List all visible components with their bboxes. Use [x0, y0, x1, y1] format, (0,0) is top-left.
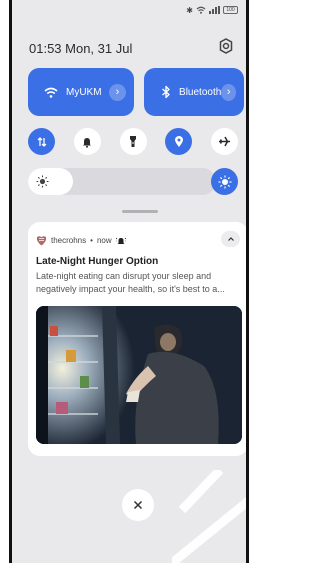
header-separator: • [90, 236, 93, 245]
close-icon [133, 500, 143, 510]
wifi-tile[interactable]: MyUKM › [28, 68, 134, 116]
sun-icon [36, 175, 49, 188]
wifi-icon [196, 6, 206, 14]
app-name: thecrohns [51, 236, 87, 245]
signal-icon [209, 6, 220, 14]
battery-icon: 100 [223, 6, 238, 14]
bluetooth-tile-label: Bluetooth [179, 86, 222, 98]
bell-icon [83, 137, 92, 148]
flashlight-toggle[interactable] [119, 128, 147, 155]
brightness-level [28, 168, 74, 195]
notification-card[interactable]: thecrohns • now Late-Night Hunger Option… [28, 222, 246, 456]
chevron-right-icon[interactable]: › [109, 83, 126, 101]
bluetooth-icon: ✱ [186, 5, 193, 15]
mobile-data-toggle[interactable] [28, 128, 55, 155]
auto-brightness-icon [218, 175, 231, 188]
bluetooth-tile[interactable]: Bluetooth › [144, 68, 244, 116]
status-bar: ✱ 100 [186, 4, 238, 16]
brightness-slider[interactable] [28, 168, 216, 195]
chevron-right-icon[interactable]: › [221, 83, 236, 101]
drag-handle[interactable] [122, 210, 158, 213]
airplane-mode-toggle[interactable] [211, 128, 238, 155]
wifi-icon [40, 81, 62, 103]
notification-title: Late-Night Hunger Option [36, 256, 159, 267]
airplane-icon [219, 136, 230, 147]
flashlight-icon [130, 136, 136, 147]
date-time: 01:53 Mon, 31 Jul [29, 41, 133, 56]
quick-toggles [28, 128, 238, 155]
location-toggle[interactable] [165, 128, 193, 155]
notification-shade: ✱ 100 01:53 Mon, 31 Jul MyUKM › Bluetoot… [9, 0, 249, 563]
auto-brightness-button[interactable] [211, 168, 238, 195]
data-arrows-icon [37, 136, 46, 147]
notification-header: thecrohns • now [36, 235, 126, 246]
location-icon [174, 136, 183, 147]
collapse-button[interactable] [221, 231, 240, 247]
clear-notifications-button[interactable] [122, 489, 154, 521]
notifications-toggle[interactable] [73, 128, 101, 155]
notification-image [36, 306, 242, 444]
notification-text: Late-night eating can disrupt your sleep… [36, 271, 225, 294]
gear-icon[interactable] [217, 37, 235, 55]
watermark [172, 470, 246, 563]
chevron-up-icon [227, 237, 234, 241]
bluetooth-icon [156, 81, 175, 103]
wifi-tile-label: MyUKM [66, 86, 102, 98]
app-icon [36, 235, 47, 246]
notification-time: now [96, 236, 112, 245]
alarm-bell-icon [115, 237, 126, 244]
